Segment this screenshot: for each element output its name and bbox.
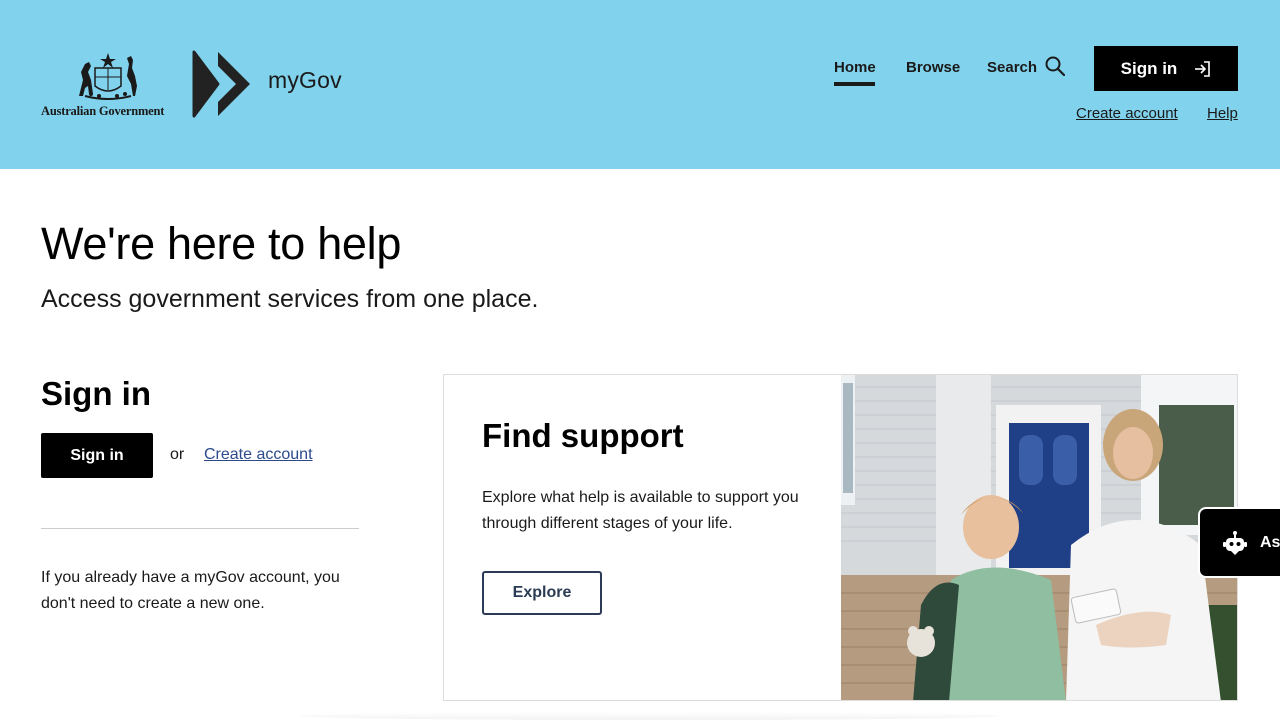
header-create-account-link[interactable]: Create account [1076,105,1178,122]
header-sign-in-button[interactable]: Sign in [1094,46,1238,91]
find-support-heading: Find support [482,417,684,454]
explore-button[interactable]: Explore [482,571,602,615]
find-support-description: Explore what help is available to suppor… [482,489,799,532]
virtual-assistant-button[interactable]: As [1200,509,1280,576]
sign-in-button[interactable]: Sign in [41,433,153,478]
nav-search[interactable]: Search [987,59,1037,76]
search-icon[interactable] [1045,56,1065,76]
scroll-shadow [300,712,1000,720]
existing-account-info: If you already have a myGov account, you… [41,569,340,612]
brand-name[interactable]: myGov [268,67,342,94]
robot-icon [1223,530,1247,555]
mygov-logo-icon[interactable] [192,50,252,118]
divider [41,528,359,529]
crest-text: Australian Government [41,104,165,118]
virtual-assistant-label: As [1260,533,1280,551]
create-account-link[interactable]: Create account [204,446,313,464]
nav-active-indicator [834,82,875,86]
site-header: Australian Government myGov Home Browse … [0,0,1280,169]
or-separator: or [170,446,185,463]
find-support-card: Find support Explore what help is availa… [443,374,1238,701]
sign-in-heading: Sign in [41,375,151,412]
family-photo [841,375,1237,700]
page-subtitle: Access government services from one plac… [41,285,539,313]
nav-browse[interactable]: Browse [906,59,960,76]
sign-in-arrow-icon [1195,60,1211,77]
nav-home[interactable]: Home [834,59,876,76]
australian-government-crest[interactable]: Australian Government [41,50,175,120]
header-sign-in-label: Sign in [1120,58,1178,78]
header-help-link[interactable]: Help [1207,105,1238,122]
coat-of-arms-icon [79,53,137,100]
page-title: We're here to help [41,218,402,269]
